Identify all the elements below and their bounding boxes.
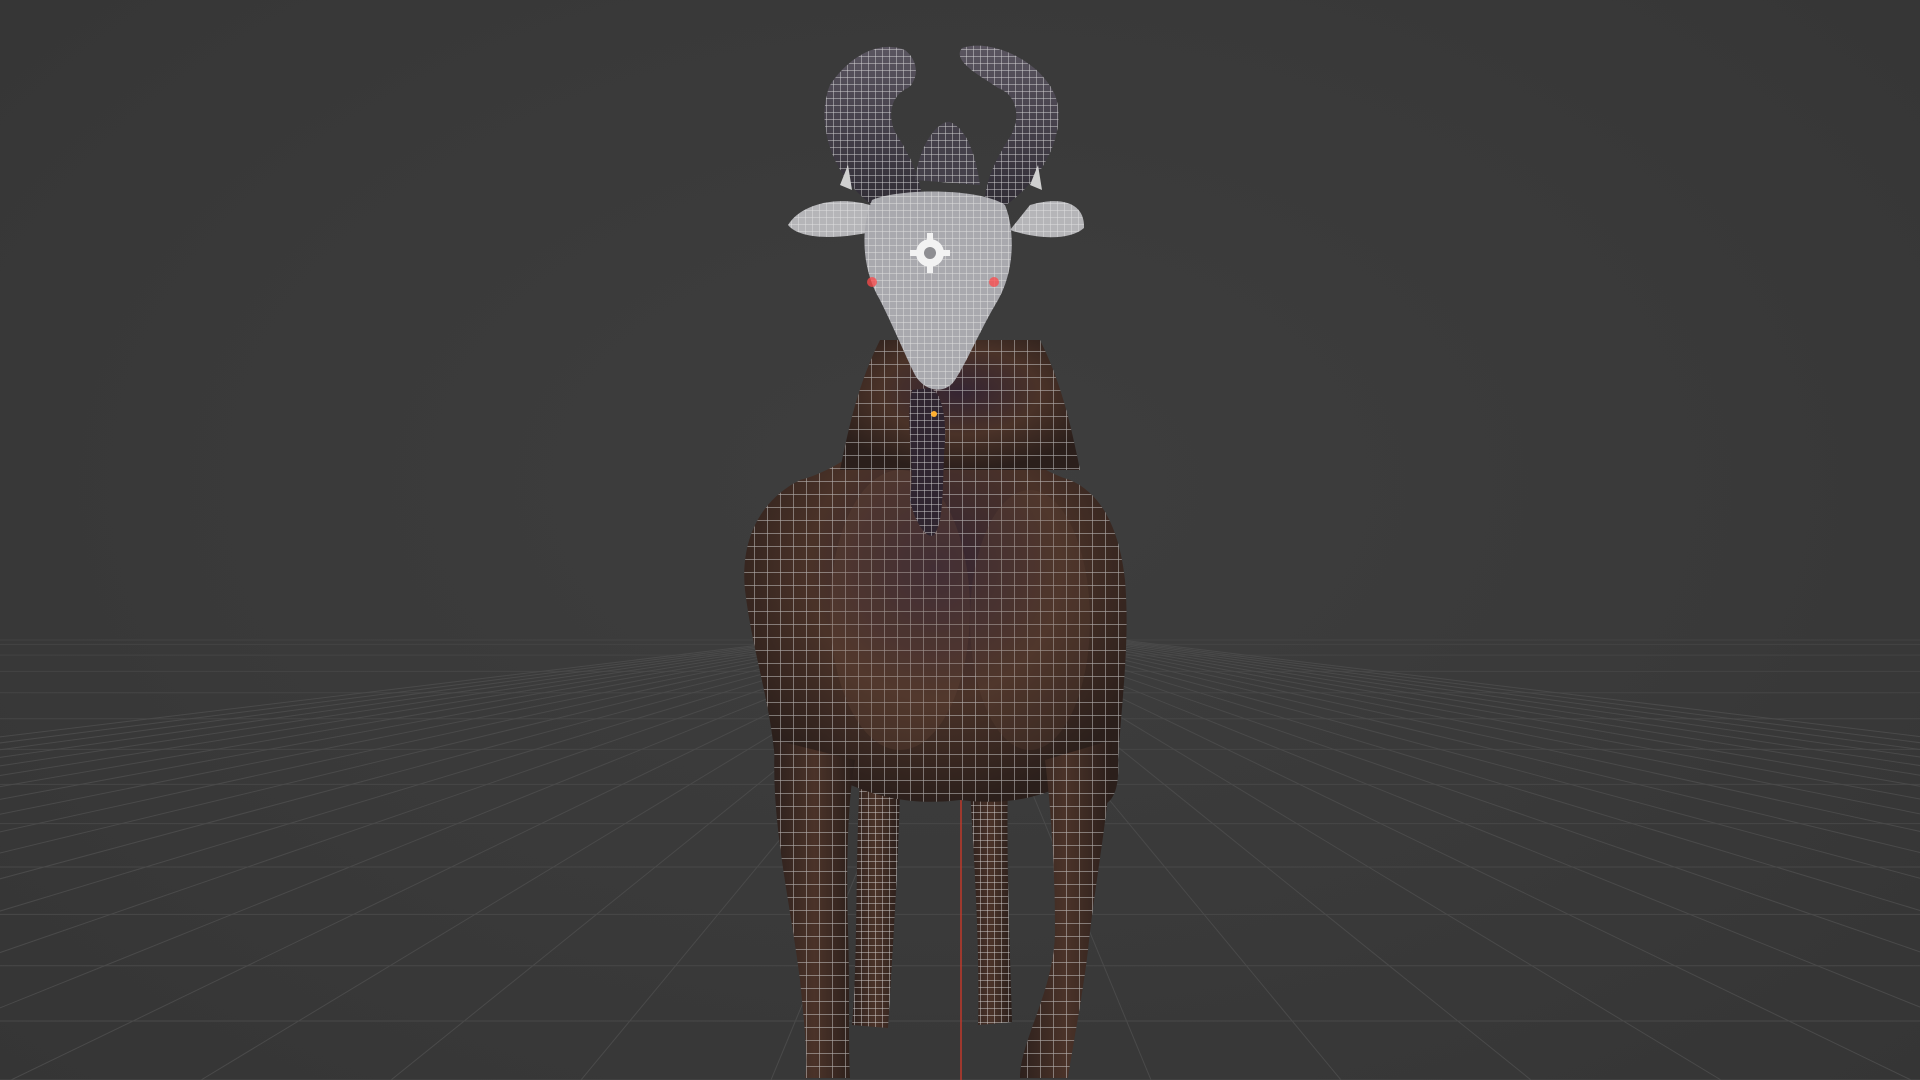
grid-line (1096, 639, 1920, 758)
grid-line (0, 639, 850, 788)
grid-line (1088, 639, 1920, 767)
3d-viewport[interactable] (0, 0, 1920, 1080)
left-eye (867, 277, 877, 287)
viewport-canvas[interactable] (0, 0, 1920, 1080)
grid-line (0, 639, 826, 758)
grid-line (1072, 639, 1920, 787)
goat-beard (909, 388, 946, 536)
grid-line (1008, 639, 1920, 1008)
grid-line (1104, 639, 1920, 750)
back-legs (852, 780, 1012, 1028)
grid-line (0, 639, 810, 744)
grid-line (1032, 639, 1920, 879)
grid-line (1016, 639, 1920, 953)
grid-line (0, 639, 874, 833)
grid-line (0, 639, 802, 738)
grid-line (0, 639, 834, 767)
grid-line (0, 639, 818, 751)
goat-horns (824, 45, 1059, 215)
goat-mesh[interactable] (744, 45, 1127, 1078)
right-eye (989, 277, 999, 287)
object-origin-dot[interactable] (931, 411, 937, 417)
grid-line (1048, 639, 1920, 832)
grid-line (1112, 639, 1920, 744)
grid-line (0, 639, 890, 880)
grid-line (1120, 639, 1920, 738)
